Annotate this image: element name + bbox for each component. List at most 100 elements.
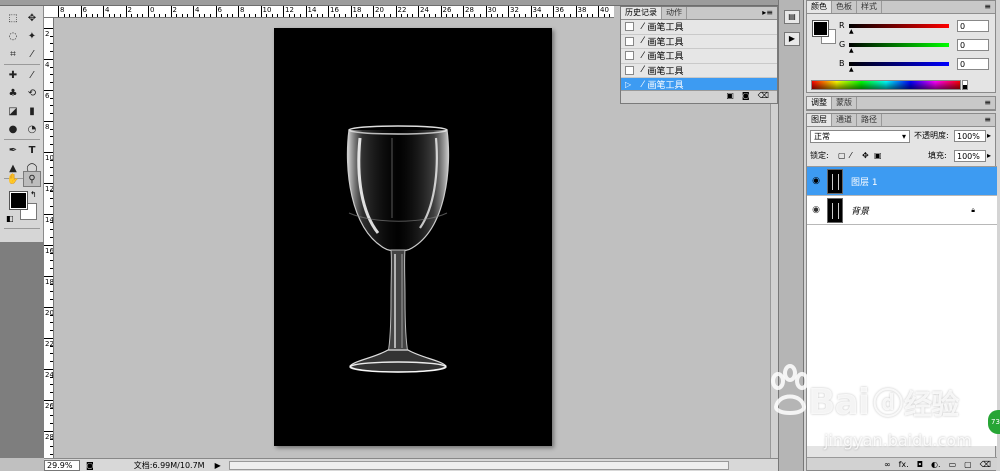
history-state-row[interactable]: ⁄ 画笔工具 (621, 35, 777, 49)
history-brush-icon[interactable]: ⟲ (23, 85, 41, 101)
black-white-swatch[interactable] (962, 80, 968, 90)
brush-icon[interactable]: ⁄ (23, 67, 41, 83)
tab-paths[interactable]: 路径 (857, 114, 882, 126)
panel-menu-icon[interactable]: ≡ (980, 97, 995, 109)
swap-colors-icon[interactable]: ↰ (30, 190, 37, 199)
fill-dropdown-icon[interactable]: ▸ (987, 150, 991, 162)
blue-slider[interactable]: B ▲ 0 (839, 58, 999, 73)
opacity-field[interactable]: 100% (954, 130, 986, 142)
ruler-label: 40 (600, 6, 609, 14)
layers-panel: 图层 通道 路径 ≡ 正常 ▾ 不透明度: 100% ▸ 锁定: ▢ ⁄ ✥ ▣… (806, 113, 997, 471)
lasso-icon[interactable]: ◌ (4, 28, 22, 44)
history-state-row[interactable]: ⁄ 画笔工具 (621, 20, 777, 35)
gradient-icon[interactable]: ▮ (23, 103, 41, 119)
visibility-eye-icon[interactable]: ◉ (809, 205, 823, 215)
type-icon[interactable]: T (23, 142, 41, 158)
blur-icon[interactable]: ● (4, 121, 22, 137)
lock-position-icon[interactable]: ✥ (862, 151, 869, 160)
status-menu-arrow[interactable]: ▶ (215, 461, 221, 470)
green-slider[interactable]: G ▲ 0 (839, 39, 999, 54)
layer-mask-icon[interactable]: ◘ (917, 460, 923, 469)
clone-stamp-icon[interactable]: ♣ (4, 85, 22, 101)
eraser-icon[interactable]: ◪ (4, 103, 22, 119)
ruler-tick (215, 6, 217, 17)
ruler-minor-tick (50, 221, 53, 223)
zoom-icon[interactable]: ⚲ (23, 171, 41, 187)
ruler-minor-tick (50, 66, 53, 68)
tab-adjustments[interactable]: 调整 (807, 97, 832, 109)
document-canvas[interactable] (274, 28, 552, 446)
default-colors-icon[interactable]: ◧ (6, 214, 14, 223)
layer-name[interactable]: 背景 (851, 204, 869, 217)
panel-menu-icon[interactable]: ≡ (980, 114, 995, 126)
delete-layer-icon[interactable]: ⌫ (980, 460, 991, 469)
blue-value-field[interactable]: 0 (957, 58, 989, 70)
layer-row[interactable]: ◉ 图层 1 (807, 167, 997, 196)
marquee-icon[interactable]: ⬚ (4, 10, 22, 26)
tab-layers[interactable]: 图层 (807, 114, 832, 126)
history-source-checkbox[interactable] (625, 22, 634, 32)
tab-masks[interactable]: 蒙版 (832, 97, 857, 109)
tab-channels[interactable]: 通道 (832, 114, 857, 126)
status-preview-icon[interactable]: ◙ (86, 461, 94, 470)
dock-history-icon[interactable]: ▤ (784, 10, 800, 24)
zoom-level-field[interactable]: 29.9% (44, 459, 80, 471)
link-layers-icon[interactable]: ∞ (884, 460, 891, 469)
tab-actions[interactable]: 动作 (662, 7, 687, 19)
delete-state-icon[interactable]: ⌫ (758, 91, 769, 103)
lock-pixels-icon[interactable]: ⁄ (850, 151, 851, 160)
tab-styles[interactable]: 样式 (857, 1, 882, 13)
foreground-color-swatch[interactable] (9, 191, 28, 210)
panel-menu-icon[interactable]: ▸≡ (758, 7, 777, 19)
magic-wand-icon[interactable]: ✦ (23, 28, 41, 44)
ruler-minor-tick (384, 14, 386, 17)
ruler-minor-tick (50, 97, 53, 99)
blend-mode-select[interactable]: 正常 ▾ (810, 130, 910, 143)
history-state-row[interactable]: ⁄ 画笔工具 (621, 49, 777, 64)
ruler-minor-tick (361, 14, 363, 17)
color-foreground-swatch[interactable] (812, 20, 829, 37)
opacity-dropdown-icon[interactable]: ▸ (987, 130, 991, 142)
history-source-checkbox[interactable] (625, 65, 634, 75)
layer-style-icon[interactable]: fx. (899, 460, 909, 469)
canvas-horizontal-scrollbar[interactable] (228, 460, 729, 470)
speed-badge[interactable]: 73 (988, 410, 1000, 434)
green-value-field[interactable]: 0 (957, 39, 989, 51)
layer-row[interactable]: ◉ 背景 🔒︎ (807, 196, 997, 225)
adjustment-layer-icon[interactable]: ◐. (931, 460, 941, 469)
healing-icon[interactable]: ✚ (4, 67, 22, 83)
history-state-row[interactable]: ⁄ 画笔工具 (621, 64, 777, 78)
move-icon[interactable]: ✥ (23, 10, 41, 26)
red-slider[interactable]: R ▲ 0 (839, 20, 999, 35)
hand-icon[interactable]: ✋ (4, 171, 22, 187)
tab-swatches[interactable]: 色板 (832, 1, 857, 13)
ruler-tick (103, 6, 104, 17)
tab-color[interactable]: 颜色 (807, 1, 832, 13)
visibility-eye-icon[interactable]: ◉ (809, 176, 823, 186)
new-snapshot-icon[interactable]: ◙ (742, 91, 750, 103)
dodge-icon[interactable]: ◔ (23, 121, 41, 137)
layer-name[interactable]: 图层 1 (851, 175, 878, 188)
lock-transparent-icon[interactable]: ▢ (838, 151, 846, 160)
crop-icon[interactable]: ⌗ (4, 46, 22, 62)
panel-menu-icon[interactable]: ≡ (980, 1, 995, 13)
pen-icon[interactable]: ✒ (4, 142, 22, 158)
ruler-tick (350, 6, 352, 17)
lock-all-icon[interactable]: ▣ (874, 151, 882, 160)
ruler-minor-tick (176, 14, 178, 17)
red-value-field[interactable]: 0 (957, 20, 989, 32)
history-source-checkbox[interactable] (625, 36, 634, 46)
ruler-label: 2 (172, 6, 177, 14)
tab-history[interactable]: 历史记录 (621, 7, 662, 19)
color-spectrum-bar[interactable] (811, 80, 961, 90)
dock-actions-icon[interactable]: ▶ (784, 32, 800, 46)
new-group-icon[interactable]: ▭ (949, 460, 957, 469)
new-document-from-state-icon[interactable]: ▣ (726, 91, 734, 103)
new-layer-icon[interactable]: ▢ (964, 460, 972, 469)
history-source-checkbox[interactable]: ▷ (625, 80, 634, 89)
ruler-label: 6 (82, 6, 87, 14)
history-source-checkbox[interactable] (625, 51, 634, 61)
eyedropper-icon[interactable]: ⁄ (23, 46, 41, 62)
ruler-minor-tick (401, 14, 403, 17)
fill-field[interactable]: 100% (954, 150, 986, 162)
